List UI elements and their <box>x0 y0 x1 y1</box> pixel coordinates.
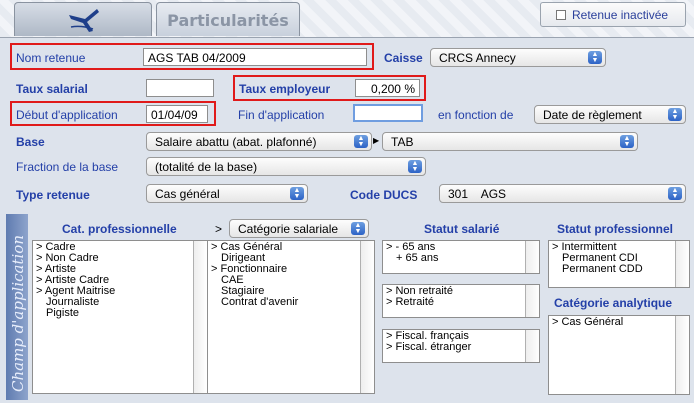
type-retenue-select[interactable]: Cas général ▲ ▼ <box>146 184 308 203</box>
cat-analytique-header: Catégorie analytique <box>554 296 673 310</box>
chevron-updown-icon: ▲ ▼ <box>668 108 682 121</box>
fraction-base-value: (totalité de la base) <box>155 160 258 174</box>
taux-salarial-input[interactable] <box>146 79 214 97</box>
fraction-base-label: Fraction de la base <box>16 160 119 174</box>
list-item[interactable]: > Cas Général <box>552 317 686 328</box>
cat-analytique-scrollbar[interactable] <box>675 316 689 394</box>
chevron-updown-icon: ▲ ▼ <box>668 187 682 200</box>
type-retenue-value: Cas général <box>155 187 220 201</box>
nom-retenue-input[interactable]: AGS TAB 04/2009 <box>143 48 367 66</box>
statut-fiscal-scrollbar[interactable] <box>525 330 539 362</box>
taux-employeur-label: Taux employeur <box>239 82 331 96</box>
statut-pro-scrollbar[interactable] <box>675 241 689 287</box>
list-item[interactable]: Contrat d'avenir <box>211 297 371 308</box>
statut-pro-header: Statut professionnel <box>557 222 674 236</box>
base-select[interactable]: Salaire abattu (abat. plafonné) ▲ ▼ <box>146 132 372 151</box>
pen-icon <box>69 9 99 32</box>
statut-fiscal-list[interactable]: > Fiscal. français > Fiscal. étranger <box>382 329 540 363</box>
caisse-select[interactable]: CRCS Annecy ▲ ▼ <box>430 48 606 67</box>
chevron-updown-icon: ▲ ▼ <box>290 187 304 200</box>
chevron-updown-icon: ▲ ▼ <box>620 135 634 148</box>
champ-application-band: Champ d'application <box>6 214 28 400</box>
base-value: Salaire abattu (abat. plafonné) <box>155 135 317 149</box>
tab-particularites-label: Particularités <box>167 11 289 30</box>
base-label: Base <box>16 135 45 149</box>
cat-sal-scrollbar[interactable] <box>360 241 374 393</box>
statut-pro-list[interactable]: > Intermittent Permanent CDI Permanent CDD <box>548 240 690 288</box>
chevron-updown-icon: ▲ ▼ <box>408 160 422 173</box>
list-item[interactable]: Pigiste <box>36 308 204 319</box>
retenue-inactivee-label: Retenue inactivée <box>572 8 669 22</box>
fraction-base-select[interactable]: (totalité de la base) ▲ ▼ <box>146 157 426 176</box>
list-item[interactable]: + 65 ans <box>386 253 536 264</box>
chevron-updown-icon: ▲ ▼ <box>354 135 368 148</box>
list-item[interactable]: Permanent CDD <box>552 264 686 275</box>
statut-retraite-list[interactable]: > Non retraité > Retraité <box>382 284 540 318</box>
code-ducs-select[interactable]: 301 AGS ▲ ▼ <box>439 184 686 203</box>
tab-bar: Particularités Retenue inactivée <box>0 0 694 37</box>
retenue-inactivee-checkbox[interactable]: Retenue inactivée <box>540 2 686 27</box>
tab-general[interactable] <box>14 2 152 36</box>
cat-sal-select[interactable]: Catégorie salariale ▲ ▼ <box>229 219 369 238</box>
fin-application-label: Fin d'application <box>238 108 325 122</box>
chevron-updown-icon: ▲ ▼ <box>351 222 365 235</box>
cat-analytique-list[interactable]: > Cas Général <box>548 315 690 395</box>
nom-retenue-label: Nom retenue <box>16 51 86 65</box>
caisse-label: Caisse <box>384 51 423 65</box>
chevron-updown-icon: ▲ ▼ <box>588 51 602 64</box>
type-retenue-label: Type retenue <box>16 188 90 202</box>
cat-sal-value: Catégorie salariale <box>238 222 339 236</box>
statut-age-list[interactable]: > - 65 ans + 65 ans <box>382 240 540 274</box>
caisse-value: CRCS Annecy <box>439 51 516 65</box>
statut-salarie-header: Statut salarié <box>424 222 500 236</box>
code-ducs-label: Code DUCS <box>350 188 418 202</box>
fin-application-input[interactable] <box>353 104 423 122</box>
list-item[interactable]: > Fiscal. étranger <box>386 342 536 353</box>
debut-application-input[interactable]: 01/04/09 <box>146 105 208 123</box>
checkbox-icon <box>556 10 566 20</box>
cat-pro-list[interactable]: > Cadre > Non Cadre > Artiste > Artiste Cad… <box>32 240 208 394</box>
tab-particularites[interactable]: Particularités <box>156 2 300 36</box>
triangle-right-icon: ▶ <box>373 136 380 145</box>
en-fonction-de-select[interactable]: Date de règlement ▲ ▼ <box>534 105 686 124</box>
taux-salarial-label: Taux salarial <box>16 82 88 96</box>
taux-employeur-input[interactable]: 0,200 % <box>355 79 420 97</box>
list-item[interactable]: > Retraité <box>386 297 536 308</box>
en-fonction-de-value: Date de règlement <box>543 108 642 122</box>
cat-pro-header: Cat. professionnelle <box>62 222 177 236</box>
base-secondary-value: TAB <box>391 135 414 149</box>
base-secondary-select[interactable]: TAB ▲ ▼ <box>382 132 638 151</box>
statut-age-scrollbar[interactable] <box>525 241 539 273</box>
cat-sal-list[interactable]: > Cas Général Dirigeant > Fonctionnaire CAE… <box>207 240 375 394</box>
cat-sal-arrow: > <box>215 222 223 236</box>
en-fonction-de-label: en fonction de <box>438 108 514 122</box>
code-ducs-value: 301 AGS <box>448 187 507 201</box>
statut-retraite-scrollbar[interactable] <box>525 285 539 317</box>
debut-application-label: Début d'application <box>16 108 118 122</box>
champ-application-label: Champ d'application <box>9 234 27 392</box>
cat-pro-scrollbar[interactable] <box>193 241 207 393</box>
